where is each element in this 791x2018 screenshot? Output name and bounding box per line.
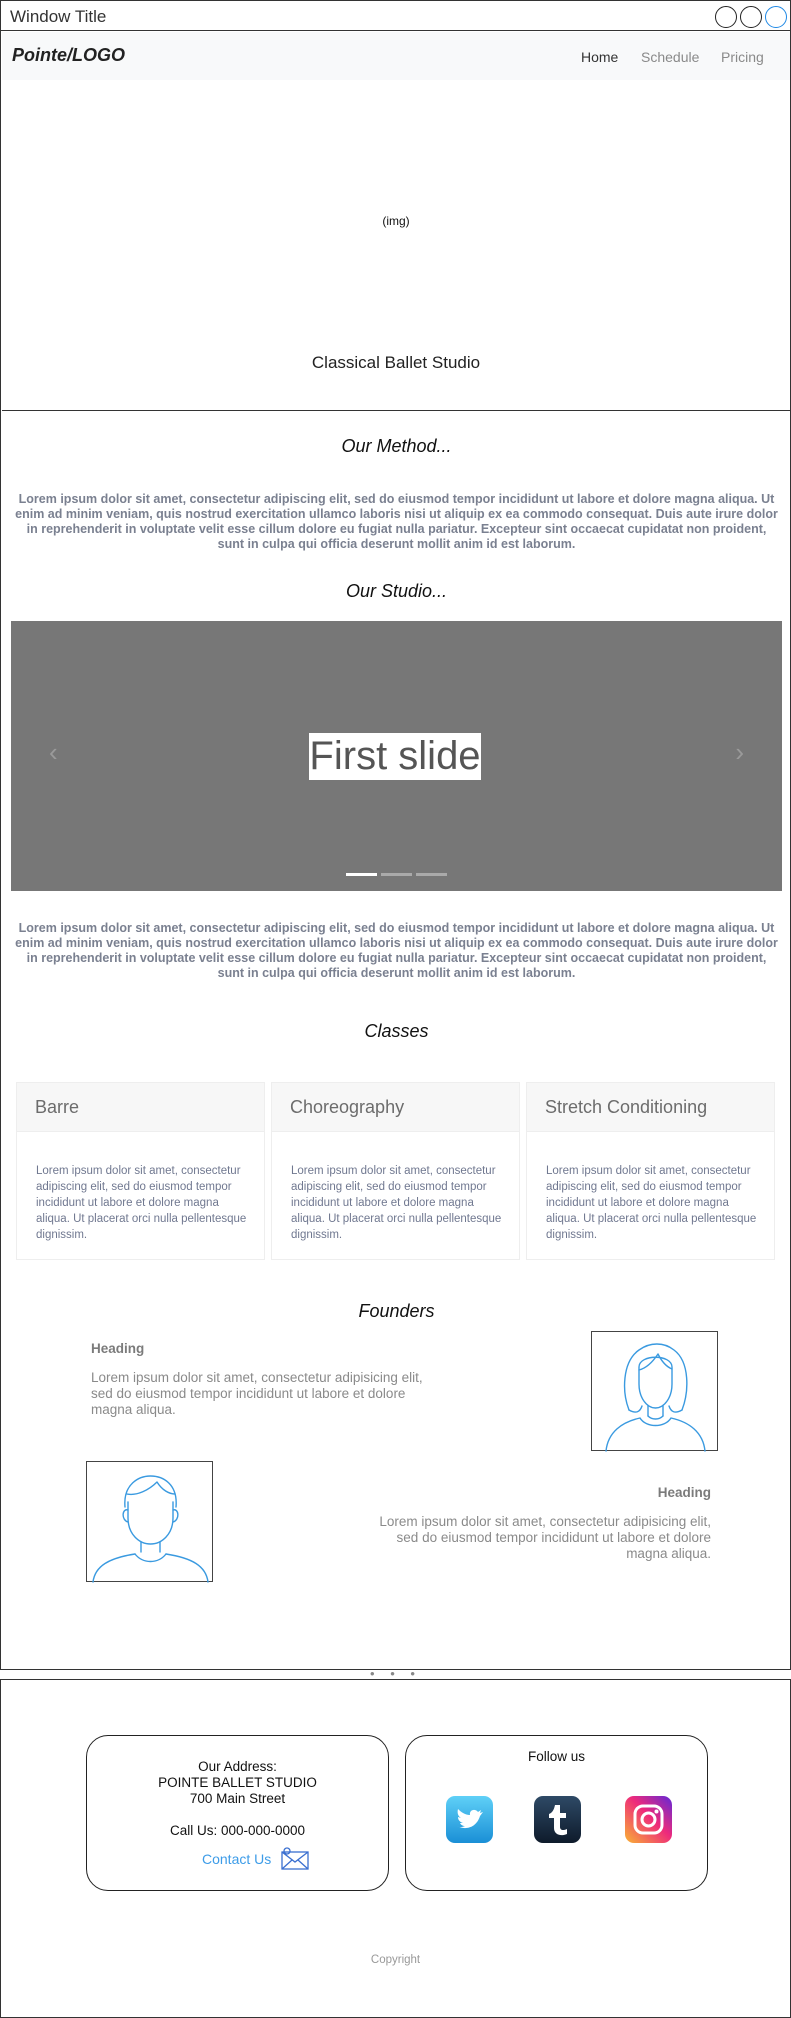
nav-item-pricing[interactable]: Pricing: [721, 49, 764, 65]
class-card-stretch: Stretch Conditioning Lorem ipsum dolor s…: [526, 1082, 775, 1260]
male-user-icon: [86, 1461, 213, 1583]
class-card-choreography: Choreography Lorem ipsum dolor sit amet,…: [271, 1082, 520, 1260]
carousel-indicator-1[interactable]: [346, 873, 377, 876]
studio-text: Lorem ipsum dolor sit amet, consectetur …: [15, 921, 778, 980]
envelope-icon[interactable]: [281, 1847, 309, 1876]
chevron-right-icon[interactable]: ›: [735, 737, 744, 767]
brand-logo[interactable]: Pointe/LOGO: [12, 45, 125, 66]
founder-heading-2: Heading: [657, 1485, 711, 1500]
address-label: Our Address:: [198, 1759, 277, 1774]
card-text: Lorem ipsum dolor sit amet, consectetur …: [291, 1165, 502, 1241]
studio-title: Our Studio...: [345, 581, 448, 601]
founder-heading-1: Heading: [91, 1341, 145, 1356]
studio-name: POINTE BALLET STUDIO: [158, 1775, 317, 1790]
follow-box: Follow us: [405, 1735, 708, 1891]
carousel-indicator-3[interactable]: [416, 873, 447, 876]
minimize-button[interactable]: [715, 6, 737, 28]
contact-us-link[interactable]: Contact Us: [202, 1851, 271, 1867]
slide-label: First slide: [309, 733, 481, 780]
card-title: Choreography: [290, 1097, 405, 1117]
navbar: Pointe/LOGO Home Schedule Pricing: [2, 32, 790, 80]
card-text: Lorem ipsum dolor sit amet, consectetur …: [546, 1165, 757, 1241]
street-address: 700 Main Street: [189, 1791, 286, 1806]
card-header: Choreography: [272, 1083, 519, 1132]
close-button[interactable]: [765, 6, 787, 28]
footer: Our Address: POINTE BALLET STUDIO 700 Ma…: [0, 1679, 791, 2018]
tumblr-icon[interactable]: [534, 1796, 581, 1843]
chevron-left-icon[interactable]: ‹: [49, 737, 58, 767]
twitter-icon[interactable]: [446, 1796, 493, 1843]
founder-text-1: Lorem ipsum dolor sit amet, consectetur …: [91, 1370, 423, 1417]
card-title: Barre: [35, 1097, 80, 1117]
class-card-barre: Barre Lorem ipsum dolor sit amet, consec…: [16, 1082, 265, 1260]
phone-number: Call Us: 000-000-0000: [169, 1823, 306, 1838]
card-header: Stretch Conditioning: [527, 1083, 774, 1132]
hero-banner: (img) Classical Ballet Studio: [2, 81, 790, 411]
nav-item-schedule[interactable]: Schedule: [641, 49, 699, 65]
hero-caption: Classical Ballet Studio: [311, 353, 481, 372]
hero-image-placeholder: (img): [382, 214, 410, 228]
female-user-icon: [591, 1331, 718, 1452]
instagram-icon[interactable]: [625, 1796, 672, 1843]
carousel-indicator-2[interactable]: [381, 873, 412, 876]
card-text: Lorem ipsum dolor sit amet, consectetur …: [36, 1165, 247, 1241]
method-text: Lorem ipsum dolor sit amet, consectetur …: [15, 492, 778, 551]
browser-window: Window Title Pointe/LOGO Home Schedule P…: [0, 0, 791, 1670]
card-title: Stretch Conditioning: [545, 1097, 708, 1117]
address-box: Our Address: POINTE BALLET STUDIO 700 Ma…: [86, 1735, 389, 1891]
title-bar: Window Title: [1, 1, 790, 31]
follow-label: Follow us: [527, 1749, 586, 1764]
maximize-button[interactable]: [740, 6, 762, 28]
studio-carousel[interactable]: First slide ‹ ›: [11, 621, 782, 891]
copyright-text: Copyright: [370, 1954, 421, 1966]
founder-text-2: Lorem ipsum dolor sit amet, consectetur …: [379, 1514, 711, 1561]
founders-title: Founders: [358, 1301, 435, 1321]
method-title: Our Method...: [341, 436, 452, 456]
classes-title: Classes: [364, 1021, 429, 1041]
nav-item-home[interactable]: Home: [581, 49, 618, 65]
window-title: Window Title: [10, 7, 107, 26]
card-header: Barre: [17, 1083, 264, 1132]
